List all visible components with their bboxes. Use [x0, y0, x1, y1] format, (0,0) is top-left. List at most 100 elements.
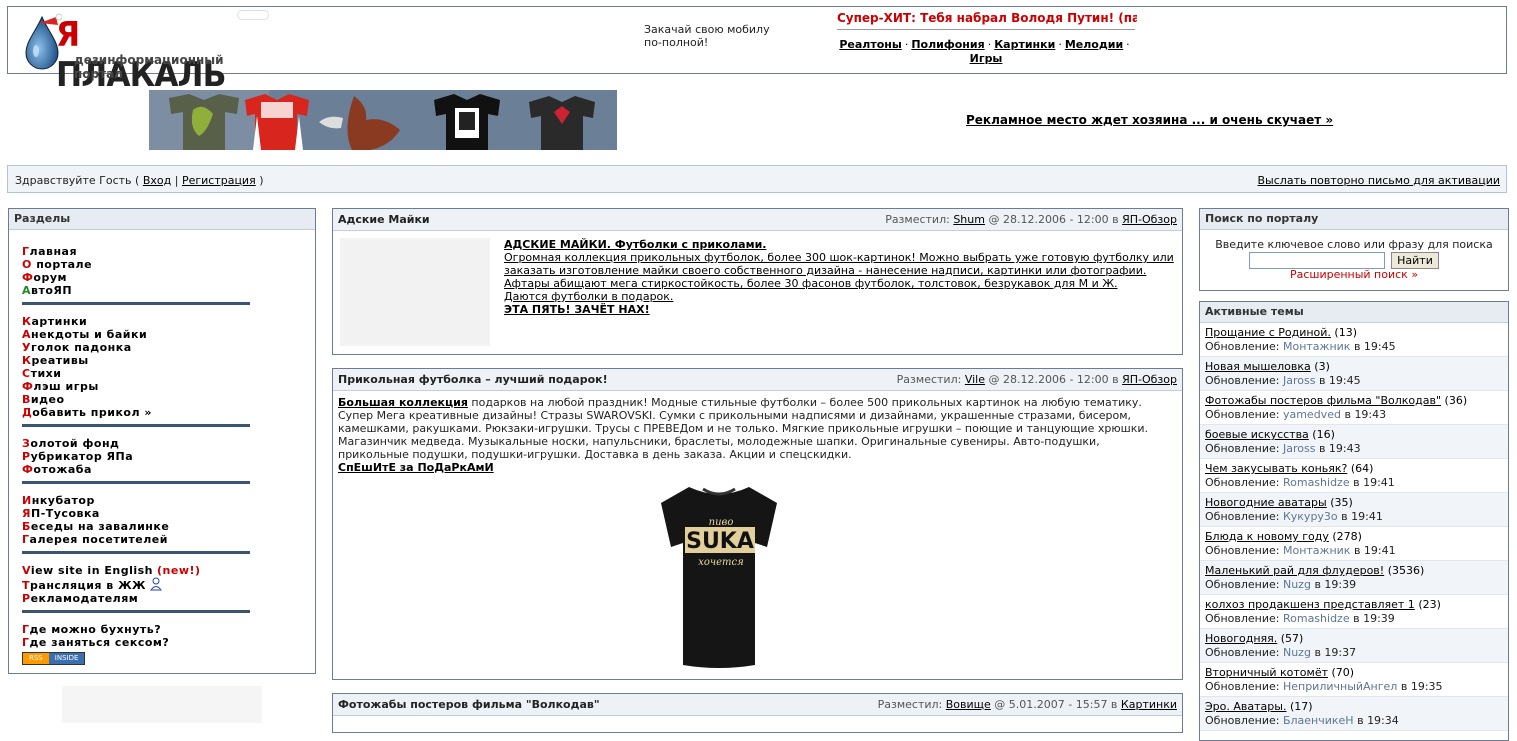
topic-reply-count: (35) [1330, 496, 1353, 509]
sidebar-item[interactable]: Где можно бухнуть? [22, 623, 250, 636]
topic-last-poster-link[interactable]: Монтажник [1283, 340, 1350, 353]
super-hit-ticker[interactable]: Супер-ХИТ: Тебя набрал Володя Путин! (па… [837, 11, 1137, 25]
sidebar-item[interactable]: Видео [22, 393, 250, 406]
topic-link[interactable]: Прощание с Родиной. [1205, 326, 1331, 339]
topic-last-poster-link[interactable]: Кукуру3о [1283, 510, 1338, 523]
sidebar-item[interactable]: Золотой фонд [22, 437, 250, 450]
advanced-search-link[interactable]: Расширенный поиск » [1200, 268, 1508, 281]
topic-link[interactable]: Вторничный котомёт [1205, 666, 1328, 679]
post-header: Фотожабы постеров фильма "Волкодав" Разм… [333, 694, 1182, 716]
ad-placeholder-link[interactable]: Рекламное место ждет хозяина ... и очень… [966, 113, 1333, 127]
post-header: Прикольная футболка – лучший подарок! Ра… [333, 369, 1182, 391]
resend-activation-link[interactable]: Выслать повторно письмо для активации [1258, 174, 1500, 187]
topic-link[interactable]: Новогодняя. [1205, 632, 1277, 645]
nav-group: Картинки Анекдоты и байки Уголок падонка Кр… [22, 313, 250, 427]
tshirt-ad-banner[interactable] [149, 90, 617, 150]
topic-last-poster-link[interactable]: Romashidze [1283, 476, 1350, 489]
link-pictures[interactable]: Картинки [994, 38, 1055, 51]
topic-link[interactable]: Чем закусывать коньяк? [1205, 462, 1347, 475]
ticker-divider [837, 29, 1135, 30]
sidebar-item-initial: Ф [22, 463, 34, 476]
post-meta: Разместил: Shum @ 28.12.2006 - 12:00 в Я… [885, 209, 1177, 230]
sidebar-item-label: олотой фонд [30, 437, 120, 450]
topic-link[interactable]: Маленький рай для флудеров! [1205, 564, 1384, 577]
sidebar-item[interactable]: Креативы [22, 354, 250, 367]
sidebar-item[interactable]: Форум [22, 271, 250, 284]
topic-update-line: Обновление: Jaross в 19:43 [1205, 442, 1503, 456]
sidebar-item-initial: Р [22, 592, 31, 605]
topic-last-poster-link[interactable]: Romashidze [1283, 612, 1350, 625]
topic-last-poster-link[interactable]: Jaross [1283, 442, 1315, 455]
sidebar-item-label: голок падонка [30, 341, 132, 354]
sidebar-item[interactable]: Инкубатор [22, 494, 250, 507]
sidebar-item[interactable]: Фотожаба [22, 463, 250, 476]
topic-link[interactable]: Новая мышеловка [1205, 360, 1311, 373]
search-input[interactable] [1249, 252, 1385, 269]
rss-feed-badge[interactable]: RSS INSIDE [22, 652, 86, 665]
topic-last-poster-link[interactable]: Jaross [1283, 374, 1315, 387]
topic-link[interactable]: колхоз продакшенз представляет 1 [1205, 598, 1415, 611]
sidebar-item[interactable]: Уголок падонка [22, 341, 250, 354]
post-author-link[interactable]: Вовище [946, 698, 991, 711]
rss-inside-label: INSIDE [48, 653, 85, 664]
sidebar-item[interactable]: Трансляция в ЖЖ [22, 577, 250, 592]
sidebar-item[interactable]: Рекламодателям [22, 592, 250, 605]
sidebar-item[interactable]: View site in English (new!) [22, 564, 250, 577]
topic-last-poster-link[interactable]: БлаенчикеН [1283, 714, 1354, 727]
topic-last-poster-link[interactable]: Nuzg [1283, 646, 1311, 659]
sidebar-item[interactable]: Где заняться сексом? [22, 636, 250, 649]
post-headline-link[interactable]: АДСКИЕ МАЙКИ. Футболки с приколами. [504, 238, 1174, 251]
post-cta-link[interactable]: ЭТА ПЯТЬ! ЗАЧЁТ НАХ! [504, 303, 1174, 316]
link-realtones[interactable]: Реалтоны [839, 38, 901, 51]
post-category-link[interactable]: ЯП-Обзор [1122, 373, 1177, 386]
topic-last-poster-link[interactable]: Nuzg [1283, 578, 1311, 591]
sidebar-item[interactable]: Флэш игры [22, 380, 250, 393]
register-link[interactable]: Регистрация [182, 174, 256, 187]
link-melodies[interactable]: Мелодии [1065, 38, 1123, 51]
post-category-link[interactable]: ЯП-Обзор [1122, 213, 1177, 226]
topic-link[interactable]: боевые искусства [1205, 428, 1309, 441]
site-logo[interactable]: Я ПЛАКАЛЬ дезинформационный портал [22, 11, 272, 95]
shirt-top-text: пиво [709, 517, 734, 528]
post-gift-link[interactable]: Даются футболки в подарок. [504, 290, 1174, 303]
post-description-link[interactable]: Огромная коллекция прикольных футболок, … [504, 251, 1174, 290]
topic-last-poster-link[interactable]: Монтажник [1283, 544, 1350, 557]
topic-update-line: Обновление: yamedved в 19:43 [1205, 408, 1503, 422]
post-thumbnail[interactable] [340, 238, 490, 346]
tshirt-image[interactable]: пиво SUKA хочется [659, 481, 779, 671]
topic-link[interactable]: Эро. Аватары. [1205, 700, 1286, 713]
link-polyphony[interactable]: Полифония [911, 38, 984, 51]
topic-link[interactable]: Блюда к новому году [1205, 530, 1329, 543]
sidebar-item[interactable]: Рубрикатор ЯПа [22, 450, 250, 463]
post-category-link[interactable]: Картинки [1121, 698, 1177, 711]
sidebar-item[interactable]: Анекдоты и байки [22, 328, 250, 341]
sidebar-item[interactable]: Картинки [22, 315, 250, 328]
post-author-link[interactable]: Vile [965, 373, 985, 386]
topic-last-poster-link[interactable]: НеприличныйАнгел [1283, 680, 1397, 693]
sidebar-item[interactable]: Галерея посетителей [22, 533, 250, 546]
sidebar-item[interactable]: ЯП-Тусовка [22, 507, 250, 520]
topic-link[interactable]: Фотожабы постеров фильма "Волкодав" [1205, 394, 1441, 407]
sidebar-item[interactable]: АвтоЯП [22, 284, 250, 297]
search-button[interactable]: Найти [1391, 252, 1439, 269]
nav-group: Где можно бухнуть? Где заняться сексом? RS… [22, 621, 250, 670]
sidebar-item-label: обавить прикол » [32, 406, 152, 419]
topic-last-poster-link[interactable]: yamedved [1283, 408, 1341, 421]
big-collection-link[interactable]: Большая коллекция [338, 396, 468, 409]
sidebar-item[interactable]: Добавить прикол » [22, 406, 250, 419]
login-link[interactable]: Вход [143, 174, 171, 187]
post-tshirt-gift: Прикольная футболка – лучший подарок! Ра… [332, 368, 1183, 680]
link-games[interactable]: Игры [970, 52, 1003, 65]
sidebar-item[interactable]: Стихи [22, 367, 250, 380]
site-header: Я ПЛАКАЛЬ дезинформационный портал Закач… [7, 6, 1507, 95]
sidebar-item-initial: V [22, 564, 31, 577]
topic-link[interactable]: Новогодние аватары [1205, 496, 1327, 509]
post-cta-link[interactable]: СпЕшИтЕ за ПоДаРкАмИ [338, 461, 1173, 474]
sidebar-item[interactable]: Беседы на завалинке [22, 520, 250, 533]
post-author-link[interactable]: Shum [953, 213, 985, 226]
topic-reply-count: (3536) [1387, 564, 1425, 577]
sidebar-item[interactable]: Главная [22, 245, 250, 258]
sidebar-item-label: рансляция в ЖЖ [30, 579, 147, 592]
update-label: Обновление: [1205, 510, 1280, 523]
sidebar-item[interactable]: О портале [22, 258, 250, 271]
